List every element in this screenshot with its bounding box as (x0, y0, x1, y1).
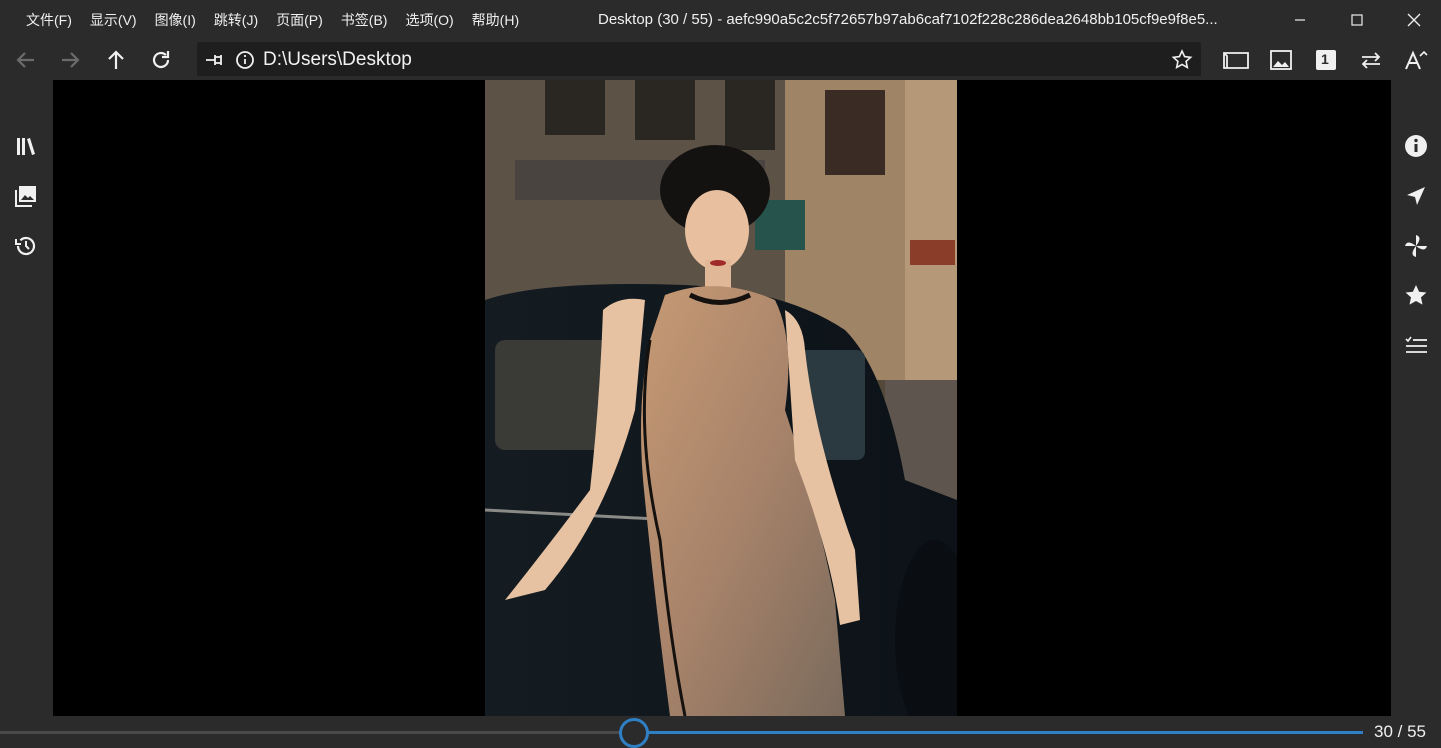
menu-jump[interactable]: 跳转(J) (214, 10, 258, 30)
slider-track-remaining[interactable] (633, 731, 1363, 734)
info-button[interactable] (229, 44, 261, 76)
history-button[interactable] (11, 231, 41, 261)
swap-direction-button[interactable] (1355, 44, 1387, 76)
info-panel-button[interactable] (1401, 131, 1431, 161)
forward-button[interactable] (54, 44, 86, 76)
library-icon (17, 138, 35, 155)
pin-button[interactable] (198, 44, 230, 76)
close-icon (1407, 13, 1421, 27)
gallery-icon (15, 186, 36, 207)
view-mode-button[interactable] (1220, 44, 1252, 76)
book-view-icon (1223, 52, 1249, 69)
swap-arrows-icon (1361, 52, 1381, 69)
menu-view[interactable]: 显示(V) (90, 10, 137, 30)
back-button[interactable] (10, 44, 42, 76)
maximize-button[interactable] (1334, 0, 1380, 40)
navigator-button[interactable] (1401, 181, 1431, 211)
menu-file[interactable]: 文件(F) (26, 10, 72, 30)
close-button[interactable] (1391, 0, 1437, 40)
star-outline-icon (1171, 49, 1193, 69)
slider-track[interactable] (0, 731, 633, 734)
image-fit-button[interactable] (1265, 44, 1297, 76)
maximize-icon (1351, 14, 1363, 26)
menu-image[interactable]: 图像(I) (155, 10, 196, 30)
page-badge: 1 (1321, 51, 1329, 67)
bookshelf-button[interactable] (11, 131, 41, 161)
right-sidebar (1391, 80, 1441, 716)
up-button[interactable] (100, 44, 132, 76)
image-icon (1270, 50, 1292, 70)
page-counter: 30 / 55 (1374, 722, 1426, 741)
left-sidebar (0, 80, 53, 716)
navigate-icon (1407, 187, 1425, 205)
slider-thumb[interactable] (619, 718, 649, 748)
thumbnail-button[interactable] (11, 181, 41, 211)
info-circle-icon (236, 51, 254, 69)
effects-button[interactable] (1401, 231, 1431, 261)
menu-bookmarks[interactable]: 书签(B) (341, 10, 388, 30)
checklist-icon (1405, 336, 1427, 353)
displayed-photo (485, 80, 957, 716)
menu-page[interactable]: 页面(P) (276, 10, 323, 30)
reload-icon (152, 51, 170, 69)
single-page-button[interactable]: 1 (1310, 44, 1342, 76)
favorites-button[interactable] (1401, 281, 1431, 311)
menu-options[interactable]: 选项(O) (405, 10, 453, 30)
arrow-up-icon (108, 50, 124, 69)
star-icon (1405, 285, 1427, 305)
address-path[interactable]: D:\Users\Desktop (263, 49, 412, 71)
font-size-icon (1405, 50, 1428, 70)
pin-icon (206, 55, 222, 65)
reload-button[interactable] (145, 44, 177, 76)
arrow-right-icon (62, 52, 80, 68)
menu-bar: 文件(F) 显示(V) 图像(I) 跳转(J) 页面(P) 书签(B) 选项(O… (26, 0, 537, 40)
pinwheel-icon (1405, 235, 1427, 257)
history-icon (15, 236, 36, 256)
window-title: Desktop (30 / 55) - aefc990a5c2c5f72657b… (598, 11, 1218, 28)
arrow-left-icon (16, 52, 34, 68)
autoscale-button[interactable] (1400, 44, 1432, 76)
page-list-button[interactable] (1401, 331, 1431, 361)
minimize-button[interactable] (1277, 0, 1323, 40)
minimize-icon (1295, 19, 1305, 21)
info-icon (1405, 135, 1427, 157)
bookmark-button[interactable] (1166, 44, 1198, 76)
menu-help[interactable]: 帮助(H) (472, 10, 519, 30)
